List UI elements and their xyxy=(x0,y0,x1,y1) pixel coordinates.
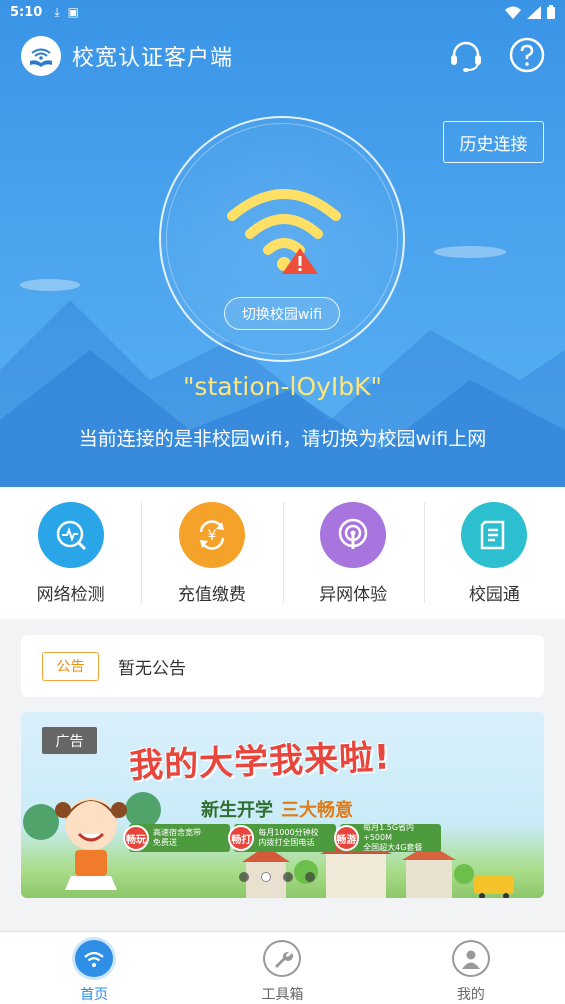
action-other-network[interactable]: 异网体验 xyxy=(282,487,424,619)
perk-item: 畅玩 高速宿舍宽带 免费送 xyxy=(123,824,231,852)
nav-label: 首页 xyxy=(80,987,109,1003)
connection-notice: 当前连接的是非校园wifi，请切换为校园wifi上网 xyxy=(78,428,487,450)
wifi-warning-icon xyxy=(227,189,341,274)
battery-icon xyxy=(547,5,555,19)
status-time: 5:10 xyxy=(10,4,43,20)
action-recharge[interactable]: ¥ 充值缴费 xyxy=(141,487,282,619)
yuan-refresh-icon: ¥ xyxy=(178,502,245,568)
banner-headline: 我的大学我来啦! xyxy=(128,737,392,787)
action-label: 异网体验 xyxy=(319,585,388,605)
wrench-icon xyxy=(263,940,302,977)
help-button[interactable] xyxy=(508,36,546,74)
action-label: 网络检测 xyxy=(36,585,105,605)
action-campus-pass[interactable]: 校园通 xyxy=(423,487,565,619)
carousel-dot[interactable] xyxy=(305,872,315,882)
download-icon: ⤓ xyxy=(54,4,60,19)
status-bar: 5:10 ⤓ ▣ xyxy=(0,0,565,24)
broadcast-icon xyxy=(320,502,387,568)
banner-subtitle-accent: 三大畅意 xyxy=(281,800,353,821)
banner-perks: 畅玩 高速宿舍宽带 免费送 畅打 每月1000分钟校 内拨打全国电话 畅游 每月1.… xyxy=(123,823,441,854)
nav-label: 我的 xyxy=(456,987,485,1003)
signal-icon xyxy=(527,5,541,19)
perk-item: 畅游 每月1.5G省内+500M 全国超大4G套餐 xyxy=(333,823,441,853)
banner-subtitle: 新生开学 三大畅意 xyxy=(201,796,353,822)
nav-label: 工具箱 xyxy=(261,987,304,1003)
nav-toolbox[interactable]: 工具箱 xyxy=(188,932,376,1004)
announcement-text: 暂无公告 xyxy=(118,658,186,679)
wifi-status-icon xyxy=(505,6,521,19)
carousel-dot-active[interactable] xyxy=(261,872,271,882)
perk-line: 免费送 xyxy=(153,838,177,847)
carousel-dots xyxy=(239,872,315,882)
nav-mine[interactable]: 我的 xyxy=(377,932,565,1004)
wifi-home-icon xyxy=(75,940,114,977)
customer-service-button[interactable] xyxy=(446,36,486,76)
network-check-icon xyxy=(37,502,104,568)
carousel-dot[interactable] xyxy=(239,872,249,882)
document-icon xyxy=(461,502,528,568)
perk-text: 每月1.5G省内+500M 全国超大4G套餐 xyxy=(363,823,441,853)
bottom-navigation: 首页 工具箱 我的 xyxy=(0,931,565,1004)
app-title: 校宽认证客户端 xyxy=(72,46,234,71)
perk-text: 每月1000分钟校 内拨打全国电话 xyxy=(258,828,318,848)
action-network-check[interactable]: 网络检测 xyxy=(0,487,141,619)
perk-item: 畅打 每月1000分钟校 内拨打全国电话 xyxy=(228,824,336,852)
perk-line: 每月1.5G省内+500M xyxy=(363,823,415,842)
perk-text: 高速宿舍宽带 免费送 xyxy=(153,828,201,848)
perk-badge: 畅打 xyxy=(228,825,255,851)
perk-line: 全国超大4G套餐 xyxy=(363,843,423,852)
question-icon xyxy=(509,37,545,73)
ad-banner[interactable]: 广告 我的大学我来啦! 新生开学 三大畅意 畅玩 高速宿舍宽带 免费送 畅打 每月1… xyxy=(21,712,544,898)
perk-line: 每月1000分钟校 xyxy=(258,828,319,837)
action-label: 充值缴费 xyxy=(177,585,246,605)
hero-panel: 5:10 ⤓ ▣ 校宽认证客户端 历史连接 切换校园wifi "station-… xyxy=(0,0,565,487)
notification-icon: ▣ xyxy=(67,5,79,19)
current-ssid: "station-lOyIbK" xyxy=(182,372,383,401)
carousel-dot[interactable] xyxy=(283,872,293,882)
nav-home[interactable]: 首页 xyxy=(0,932,188,1004)
headset-icon xyxy=(451,41,481,72)
ad-tag: 广告 xyxy=(42,727,97,754)
app-bar: 校宽认证客户端 xyxy=(0,32,565,80)
perk-badge: 畅玩 xyxy=(123,825,149,851)
book-wifi-icon xyxy=(30,48,52,67)
svg-text:¥: ¥ xyxy=(207,528,216,544)
perk-line: 内拨打全国电话 xyxy=(258,838,315,847)
perk-badge: 畅游 xyxy=(333,825,360,851)
action-label: 校园通 xyxy=(468,585,520,605)
app-logo xyxy=(21,36,61,76)
banner-subtitle-main: 新生开学 xyxy=(201,800,273,821)
user-icon xyxy=(451,940,490,977)
perk-line: 高速宿舍宽带 xyxy=(153,828,201,837)
quick-actions: 网络检测 ¥ 充值缴费 异网体验 校园通 xyxy=(0,487,565,619)
switch-campus-wifi-button[interactable]: 切换校园wifi xyxy=(224,297,340,330)
announcement-tag: 公告 xyxy=(42,651,99,681)
announcement-bar[interactable]: 公告 暂无公告 xyxy=(21,635,544,697)
history-connection-button[interactable]: 历史连接 xyxy=(443,121,544,163)
